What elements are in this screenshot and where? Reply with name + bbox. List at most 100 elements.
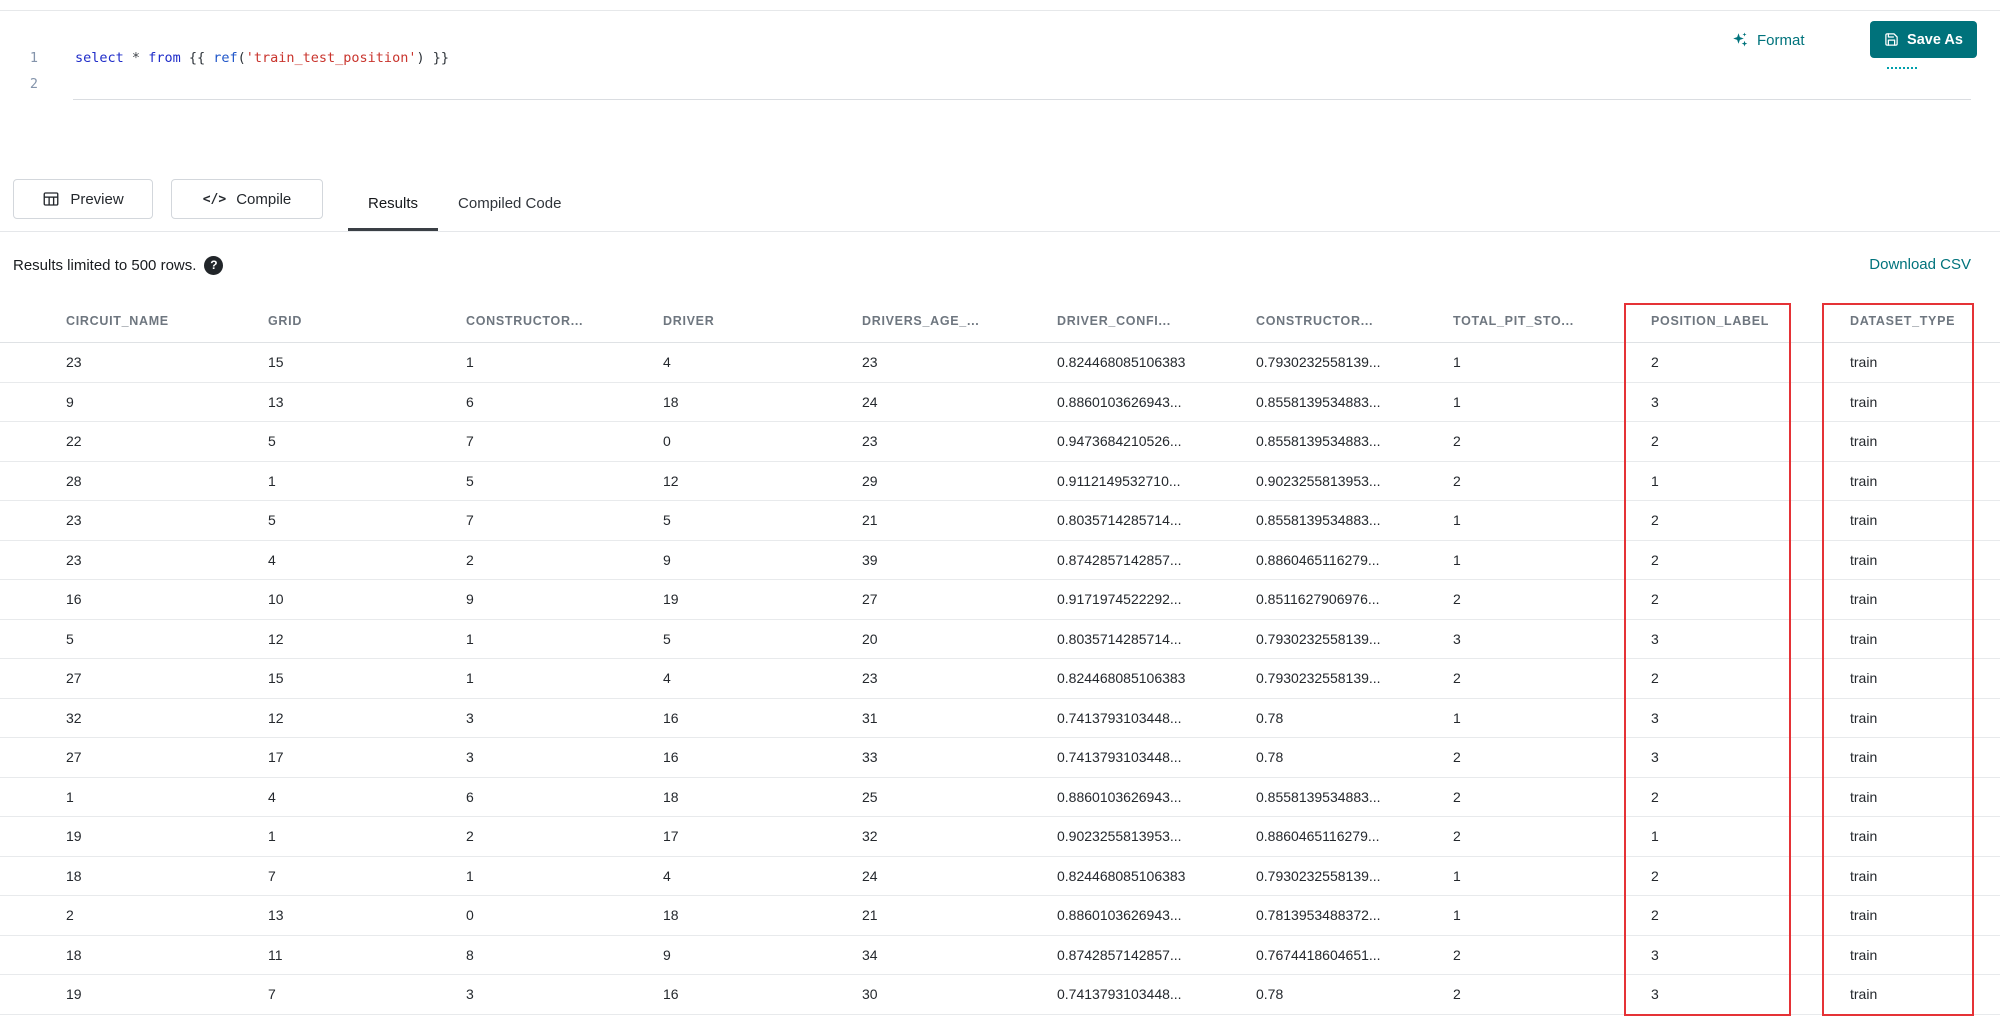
table-cell: 0.8035714285714...	[1057, 512, 1182, 529]
column-header: DRIVER	[663, 314, 715, 328]
line-number: 1	[29, 50, 38, 66]
table-cell: 4	[663, 670, 671, 687]
table-cell: 2	[466, 828, 474, 845]
table-cell: 19	[663, 591, 679, 608]
table-cell: 1	[66, 788, 74, 805]
table-cell: 2	[1651, 670, 1659, 687]
table-cell: 2	[1453, 591, 1461, 608]
table-row: 23 5 7 5 21 0.8035714285714... 0.8558139534883…	[0, 501, 2000, 541]
table-cell: 3	[466, 709, 474, 726]
table-cell: 2	[1453, 670, 1461, 687]
table-cell: 16	[66, 591, 82, 608]
row-limit-note: Results limited to 500 rows.	[13, 256, 197, 274]
table-cell: 0.78	[1256, 986, 1284, 1003]
table-cell: train	[1850, 946, 1878, 963]
table-cell: 21	[862, 512, 878, 529]
table-cell: 0.7413793103448...	[1057, 709, 1182, 726]
code-token-operator: *	[131, 50, 141, 66]
table-cell: 17	[663, 828, 679, 845]
table-cell: 1	[466, 630, 474, 647]
table-cell: 15	[268, 354, 284, 371]
tab-results[interactable]: Results	[348, 179, 439, 231]
table-cell: 2	[1651, 433, 1659, 450]
table-cell: 27	[66, 670, 82, 687]
table-cell: 27	[66, 749, 82, 766]
compile-button[interactable]: </> Compile	[171, 179, 323, 219]
code-token-plain: (	[237, 50, 246, 66]
table-cell: 2	[1651, 354, 1659, 371]
help-icon[interactable]: ?	[204, 255, 224, 275]
table-cell: 2	[1651, 867, 1659, 884]
code-token-plain: {{	[180, 50, 214, 66]
format-button[interactable]: Format	[1731, 27, 1805, 53]
table-cell: train	[1850, 867, 1878, 884]
tab-results-label: Results	[368, 195, 419, 212]
sql-editor[interactable]: 12 select * from {{ ref('train_test_posi…	[0, 11, 2000, 166]
table-cell: 0.8860465116279...	[1256, 828, 1380, 845]
column-header: DRIVER_CONFI...	[1057, 314, 1171, 328]
table-cell: 0.9112149532710...	[1057, 472, 1181, 489]
table-row: 2 13 0 18 21 0.8860103626943... 0.781395348837…	[0, 896, 2000, 936]
table-cell: 13	[268, 393, 284, 410]
table-cell: 24	[862, 393, 878, 410]
table-cell: 0.9023255813953...	[1057, 828, 1182, 845]
table-cell: 0.8860103626943...	[1057, 788, 1182, 805]
tab-compiled-code[interactable]: Compiled Code	[438, 179, 581, 231]
table-cell: 1	[1453, 709, 1461, 726]
download-csv-link[interactable]: Download CSV	[1869, 256, 1971, 273]
table-cell: 0	[466, 907, 474, 924]
table-cell: 0.78	[1256, 749, 1284, 766]
table-cell: train	[1850, 433, 1878, 450]
table-cell: 3	[1651, 709, 1659, 726]
table-cell: 0.7930232558139...	[1256, 630, 1381, 647]
table-cell: 0.824468085106383	[1057, 867, 1186, 884]
table-cell: 1	[466, 670, 474, 687]
table-row: 19 1 2 17 32 0.9023255813953... 0.886046511627…	[0, 817, 2000, 857]
table-cell: 5	[466, 472, 474, 489]
table-row: 9 13 6 18 24 0.8860103626943... 0.855813953488…	[0, 383, 2000, 422]
table-row: 23 15 1 4 23 0.824468085106383 0.7930232558139…	[0, 343, 2000, 383]
save-as-button[interactable]: Save As	[1870, 21, 1977, 58]
table-cell: 7	[268, 986, 276, 1003]
table-cell: train	[1850, 907, 1878, 924]
table-cell: 0.7930232558139...	[1256, 867, 1381, 884]
table-cell: 2	[1651, 907, 1659, 924]
table-cell: 0.8035714285714...	[1057, 630, 1182, 647]
table-row: 19 7 3 16 30 0.7413793103448... 0.78 2 3 train	[0, 975, 2000, 1015]
table-cell: 18	[663, 788, 679, 805]
preview-button[interactable]: Preview	[13, 179, 153, 219]
table-cell: 8	[466, 946, 474, 963]
table-cell: 13	[268, 907, 284, 924]
table-cell: 2	[1453, 788, 1461, 805]
editor-code[interactable]: select * from {{ ref('train_test_positio…	[75, 45, 1970, 97]
table-row: 22 5 7 0 23 0.9473684210526... 0.8558139534883…	[0, 422, 2000, 462]
table-cell: 1	[1453, 512, 1461, 529]
table-cell: 1	[1453, 867, 1461, 884]
table-cell: 5	[268, 433, 276, 450]
table-cell: 1	[1651, 828, 1659, 845]
table-cell: 16	[663, 709, 679, 726]
table-cell: train	[1850, 354, 1878, 371]
table-cell: 18	[66, 946, 82, 963]
format-label: Format	[1757, 31, 1805, 49]
table-cell: 12	[268, 630, 284, 647]
table-cell: 0.7813953488372...	[1256, 907, 1381, 924]
table-cell: 17	[268, 749, 284, 766]
table-row: 27 15 1 4 23 0.824468085106383 0.7930232558139…	[0, 659, 2000, 699]
table-cell: 25	[862, 788, 878, 805]
table-cell: 23	[862, 433, 878, 450]
table-cell: train	[1850, 749, 1878, 766]
table-cell: 1	[1651, 472, 1659, 489]
table-cell: 18	[663, 393, 679, 410]
table-cell: 18	[66, 867, 82, 884]
column-header: TOTAL_PIT_STO...	[1453, 314, 1574, 328]
table-row: 1 4 6 18 25 0.8860103626943... 0.8558139534883…	[0, 778, 2000, 817]
table-cell: 28	[66, 472, 82, 489]
code-icon: </>	[202, 191, 227, 207]
active-line-underline	[73, 99, 1971, 100]
table-cell: 4	[268, 551, 276, 568]
table-cell: 0.7413793103448...	[1057, 749, 1182, 766]
table-cell: 0.8860103626943...	[1057, 907, 1182, 924]
